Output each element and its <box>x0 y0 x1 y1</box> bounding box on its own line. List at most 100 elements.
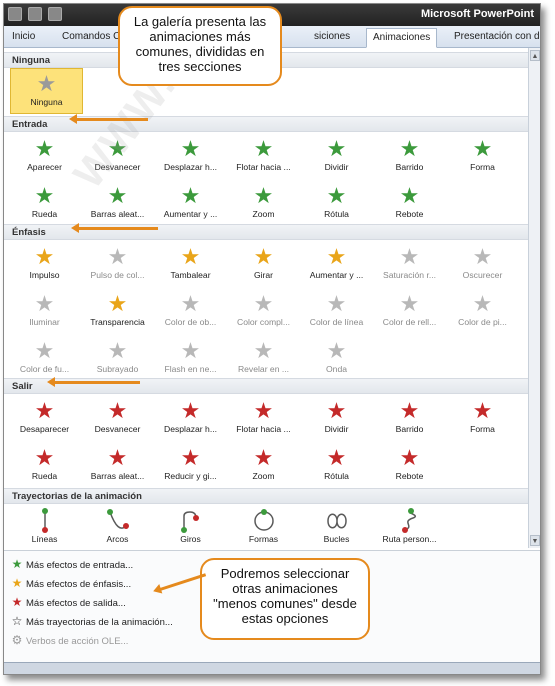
menu-label: Más trayectorias de la animación... <box>26 617 173 628</box>
item-label: Bucles <box>323 534 350 544</box>
gallery-item[interactable]: ★ Desplazar h... <box>154 134 227 178</box>
item-label: Pulso de col... <box>90 270 145 280</box>
star-icon: ★ <box>107 291 128 316</box>
star-icon: ★ <box>326 398 347 423</box>
gallery-item[interactable]: ★ Barrido <box>373 396 446 440</box>
arrow-enfasis <box>71 223 158 233</box>
gallery-item[interactable]: ★ Dividir <box>300 396 373 440</box>
gallery-item: ★ Color de ob... <box>154 289 227 333</box>
undo-icon[interactable] <box>28 7 42 21</box>
menu-label: Más efectos de salida... <box>26 598 126 609</box>
gallery-item-ninguna[interactable]: ★ Ninguna <box>10 68 83 114</box>
gallery-item[interactable]: ★ Zoom <box>227 443 300 487</box>
menu-label: Verbos de acción OLE... <box>26 636 129 647</box>
gallery-item: ★ Saturación r... <box>373 242 446 286</box>
quick-access-toolbar <box>8 7 62 21</box>
tab-inicio[interactable]: Inicio <box>6 28 41 48</box>
star-icon: ★ <box>253 244 274 269</box>
motion-path-icon <box>81 508 154 534</box>
item-label: Zoom <box>252 209 275 219</box>
star-icon: ★ <box>107 338 128 363</box>
gallery-item[interactable]: ★ Barras aleat... <box>81 443 154 487</box>
star-icon: ★ <box>399 136 420 161</box>
item-label: Giros <box>180 534 201 544</box>
item-label: Desvanecer <box>94 424 141 434</box>
star-icon: ★ <box>180 183 201 208</box>
gallery-item-path[interactable]: Bucles <box>300 506 373 548</box>
gallery-item[interactable]: ★ Reducir y gi... <box>154 443 227 487</box>
gallery-item[interactable]: ★ Flotar hacia ... <box>227 396 300 440</box>
redo-icon[interactable] <box>48 7 62 21</box>
tab-presentacion[interactable]: Presentación con d <box>448 28 540 48</box>
star-icon: ★ <box>253 445 274 470</box>
gallery-item[interactable]: ★ Forma <box>446 396 519 440</box>
gallery-item[interactable]: ★ Desplazar h... <box>154 396 227 440</box>
star-icon: ★ <box>399 244 420 269</box>
gallery-scrollbar[interactable]: ▲ ▼ <box>528 48 540 548</box>
gallery-item-path[interactable]: Giros <box>154 506 227 548</box>
gallery-item[interactable]: ★ Forma <box>446 134 519 178</box>
gallery-item[interactable]: ★ Transparencia <box>81 289 154 333</box>
star-icon: ★ <box>472 291 493 316</box>
gallery-item[interactable]: ★ Aumentar y ... <box>154 181 227 225</box>
item-label: Impulso <box>29 270 60 280</box>
motion-path-icon <box>227 508 300 534</box>
star-icon: ★ <box>326 183 347 208</box>
star-icon: ★ <box>399 291 420 316</box>
gallery-item[interactable]: ★ Flotar hacia ... <box>227 134 300 178</box>
gallery-item[interactable]: ★ Rebote <box>373 181 446 225</box>
gallery-item[interactable]: ★ Impulso <box>8 242 81 286</box>
item-label: Rebote <box>395 209 424 219</box>
gallery-item[interactable]: ★ Desvanecer <box>81 396 154 440</box>
item-label: Aumentar y ... <box>309 270 364 280</box>
tab-animaciones[interactable]: Animaciones <box>366 28 438 48</box>
star-icon: ★ <box>107 445 128 470</box>
save-icon[interactable] <box>8 7 22 21</box>
item-label: Color de rell... <box>382 317 437 327</box>
gallery-item[interactable]: ★ Rebote <box>373 443 446 487</box>
star-icon: ★ <box>34 291 55 316</box>
gallery-item-path[interactable]: Arcos <box>81 506 154 548</box>
scroll-up-button[interactable]: ▲ <box>530 50 540 61</box>
tab-transiciones[interactable]: siciones <box>308 28 356 48</box>
gallery-item-path[interactable]: Líneas <box>8 506 81 548</box>
star-icon: ★ <box>180 136 201 161</box>
gallery-item-path[interactable]: Formas <box>227 506 300 548</box>
gallery-item[interactable]: ★ Rueda <box>8 181 81 225</box>
item-label: Subrayado <box>96 364 139 374</box>
section-trayectorias: Trayectorias de la animación <box>4 488 528 504</box>
star-icon: ★ <box>253 338 274 363</box>
gallery-item[interactable]: ★ Barrido <box>373 134 446 178</box>
gallery-item[interactable]: ★ Zoom <box>227 181 300 225</box>
item-label: Barras aleat... <box>90 209 145 219</box>
gallery-item[interactable]: ★ Desaparecer <box>8 396 81 440</box>
scroll-down-button[interactable]: ▼ <box>530 535 540 546</box>
motion-path-icon <box>154 508 227 534</box>
gallery-item: ★ Revelar en ... <box>227 336 300 380</box>
callout-bottom: Podremos seleccionar otras animaciones "… <box>200 558 370 640</box>
gallery-item[interactable]: ★ Rueda <box>8 443 81 487</box>
tab-comandos[interactable]: Comandos C <box>56 28 126 48</box>
gallery-item-path[interactable]: Ruta person... <box>373 506 446 548</box>
gallery-item[interactable]: ★ Girar <box>227 242 300 286</box>
gallery-item[interactable]: ★ Tambalear <box>154 242 227 286</box>
motion-path-icon <box>300 508 373 534</box>
item-label: Rebote <box>395 471 424 481</box>
gallery-item[interactable]: ★ Rótula <box>300 181 373 225</box>
item-label: Onda <box>325 364 348 374</box>
gallery-item: ★ Pulso de col... <box>81 242 154 286</box>
item-label: Oscurecer <box>462 270 503 280</box>
item-label: Zoom <box>252 471 275 481</box>
gallery-item[interactable]: ★ Dividir <box>300 134 373 178</box>
item-label: Líneas <box>31 534 58 544</box>
item-label: Iluminar <box>29 317 60 327</box>
star-icon: ★ <box>326 136 347 161</box>
item-label: Rueda <box>31 471 58 481</box>
item-label: Ninguna <box>30 97 63 107</box>
star-icon: ★ <box>326 291 347 316</box>
arrow-entrada <box>69 114 148 124</box>
item-label: Barras aleat... <box>90 471 145 481</box>
item-label: Revelar en ... <box>237 364 290 374</box>
gallery-item[interactable]: ★ Aumentar y ... <box>300 242 373 286</box>
gallery-item[interactable]: ★ Rótula <box>300 443 373 487</box>
